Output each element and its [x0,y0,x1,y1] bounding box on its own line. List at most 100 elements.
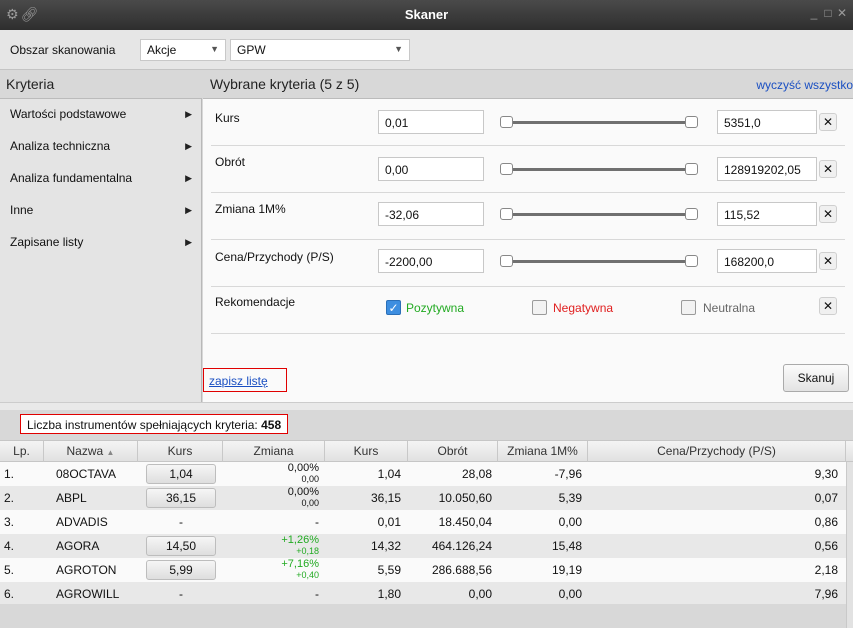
max-value-input[interactable]: 115,52 [717,202,817,226]
max-value-input[interactable]: 128919202,05 [717,157,817,181]
column-header-kurs[interactable]: Kurs [138,441,223,462]
remove-criterion-button[interactable]: ✕ [819,297,837,315]
menu-item-basic-values[interactable]: Wartości podstawowe ▶ [10,107,192,121]
cell-kurs: 0,01 [377,515,401,529]
minimize-icon[interactable]: _ [807,6,821,20]
range-slider[interactable] [500,116,698,128]
cell-lp: 4. [4,539,15,553]
instrument-type-select[interactable]: Akcje ▼ [140,39,226,61]
cell-kurs: 5,59 [377,563,401,577]
slider-max-handle[interactable] [685,208,698,220]
cell-change-1m: 5,39 [558,491,582,505]
cell-change-1m: 15,48 [551,539,582,553]
cell-change-1m: 0,00 [558,587,582,601]
price-button[interactable]: 36,15 [146,488,216,508]
price-button[interactable]: 5,99 [146,560,216,580]
column-header-kurs-2[interactable]: Kurs [325,441,408,462]
max-value-input[interactable]: 168200,0 [717,249,817,273]
cell-price: - [179,515,183,529]
price-button[interactable]: 1,04 [146,464,216,484]
min-value-input[interactable]: 0,01 [378,110,484,134]
slider-min-handle[interactable] [500,163,513,175]
cell-lp: 5. [4,563,15,577]
cell-name: AGROTON [56,563,117,577]
cell-price-to-sales: 0,86 [814,515,838,529]
menu-item-label: Zapisane listy [10,235,84,249]
menu-item-other[interactable]: Inne ▶ [10,203,192,217]
cell-change-1m: 0,00 [558,515,582,529]
column-header-obrot[interactable]: Obrót [408,441,498,462]
menu-item-label: Analiza fundamentalna [10,171,133,185]
min-value-input[interactable]: -2200,00 [378,249,484,273]
remove-criterion-button[interactable]: ✕ [819,205,837,223]
column-header-name[interactable]: Nazwa ▲ [44,441,138,462]
selected-criteria-panel: Kurs 0,01 5351,0 ✕ Obrót 0,00 128919202,… [203,98,853,402]
clear-all-link[interactable]: wyczyść wszystko [756,78,853,100]
column-header-price-to-sales[interactable]: Cena/Przychody (P/S) [588,441,846,462]
range-slider[interactable] [500,163,698,175]
chevron-down-icon: ▼ [210,44,219,54]
cell-change: - [315,587,319,601]
criterion-label: Kurs [215,111,240,125]
min-value-input[interactable]: 0,00 [378,157,484,181]
menu-item-saved-lists[interactable]: Zapisane listy ▶ [10,235,192,249]
criterion-row-kurs: Kurs 0,01 5351,0 ✕ [203,99,845,145]
slider-max-handle[interactable] [685,116,698,128]
cell-name: ABPL [56,491,87,505]
slider-max-handle[interactable] [685,163,698,175]
min-value-input[interactable]: -32,06 [378,202,484,226]
max-value-input[interactable]: 5351,0 [717,110,817,134]
cell-kurs: 1,04 [377,467,401,481]
close-icon[interactable]: ✕ [835,6,849,20]
cell-price-to-sales: 0,56 [814,539,838,553]
table-row[interactable]: 4. AGORA 14,50 +1,26% +0,18 14,32 464.126… [0,534,846,558]
slider-max-handle[interactable] [685,255,698,267]
table-row[interactable]: 2. ABPL 36,15 0,00% 0,00 36,15 10.050,60 … [0,486,846,510]
slider-min-handle[interactable] [500,255,513,267]
market-select[interactable]: GPW ▼ [230,39,410,61]
cell-kurs: 14,32 [370,539,401,553]
menu-item-label: Wartości podstawowe [10,107,127,121]
cell-change-1m: -7,96 [554,467,582,481]
criterion-label: Zmiana 1M% [215,202,286,216]
remove-criterion-button[interactable]: ✕ [819,160,837,178]
table-row[interactable]: 3. ADVADIS - - 0,01 18.450,04 0,00 0,86 [0,510,846,534]
cell-change-1m: 19,19 [551,563,582,577]
panel-splitter[interactable] [0,402,853,410]
scan-button[interactable]: Skanuj [783,364,849,392]
table-row[interactable]: 6. AGROWILL - - 1,80 0,00 0,00 7,96 [0,582,846,604]
menu-item-technical-analysis[interactable]: Analiza techniczna ▶ [10,139,192,153]
remove-criterion-button[interactable]: ✕ [819,252,837,270]
cell-name: 08OCTAVA [56,467,117,481]
remove-criterion-button[interactable]: ✕ [819,113,837,131]
cell-lp: 2. [4,491,15,505]
checkbox-neutral[interactable] [681,300,696,315]
column-header-lp[interactable]: Lp. [0,441,44,462]
cell-turnover: 28,08 [461,467,492,481]
chevron-right-icon: ▶ [185,173,192,183]
cell-price-to-sales: 7,96 [814,587,838,601]
cell-change: 0,00% 0,00 [287,486,319,509]
result-count-label: Liczba instrumentów spełniających kryter… [27,418,258,432]
cell-turnover: 18.450,04 [438,515,492,529]
checkbox-negative[interactable] [532,300,547,315]
instrument-type-value: Akcje [147,43,177,57]
checkbox-positive[interactable]: ✓ [386,300,401,315]
save-list-link[interactable]: zapisz listę [203,368,287,392]
cell-lp: 6. [4,587,15,601]
table-row[interactable]: 1. 08OCTAVA 1,04 0,00% 0,00 1,04 28,08 -7… [0,462,846,486]
range-slider[interactable] [500,255,698,267]
table-row[interactable]: 5. AGROTON 5,99 +7,16% +0,40 5,59 286.688… [0,558,846,582]
column-header-zmiana-1m[interactable]: Zmiana 1M% [498,441,588,462]
price-button[interactable]: 14,50 [146,536,216,556]
range-slider[interactable] [500,208,698,220]
slider-min-handle[interactable] [500,208,513,220]
column-header-zmiana[interactable]: Zmiana [223,441,325,462]
menu-item-label: Inne [10,203,34,217]
label-negative: Negatywna [553,301,614,315]
criterion-row-obrot: Obrót 0,00 128919202,05 ✕ [203,146,845,192]
slider-min-handle[interactable] [500,116,513,128]
table-scrollbar[interactable] [846,462,853,628]
maximize-icon[interactable]: □ [821,6,835,20]
menu-item-fundamental-analysis[interactable]: Analiza fundamentalna ▶ [10,171,192,185]
